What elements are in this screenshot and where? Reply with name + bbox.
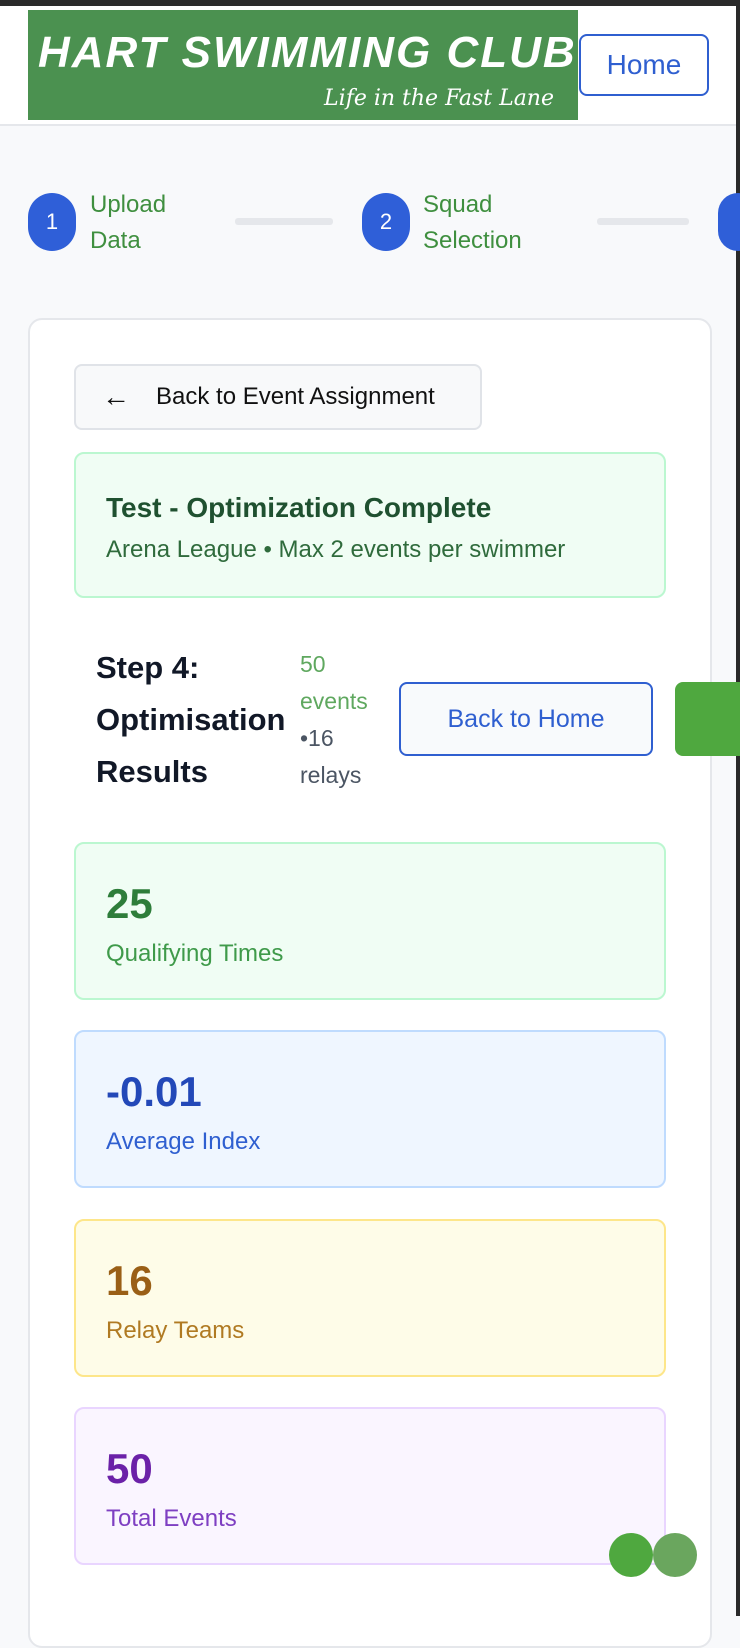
floating-action-dot-1[interactable] (609, 1533, 653, 1577)
status-subtitle: Arena League • Max 2 events per swimmer (106, 536, 566, 563)
home-button[interactable]: Home (579, 34, 709, 96)
stat-value: 16 (106, 1257, 153, 1304)
logo-tagline: Life in the Fast Lane (324, 86, 554, 111)
back-to-home-button[interactable]: Back to Home (399, 682, 653, 756)
stat-card-total-events: 50 Total Events (74, 1407, 666, 1565)
page-title-line2: Optimisation (96, 702, 286, 737)
step-2-label-line1: Squad (423, 191, 493, 218)
stat-value: 50 (106, 1445, 153, 1492)
status-title: Test - Optimization Complete (106, 492, 492, 523)
stat-value: 25 (106, 880, 153, 927)
step-1-label[interactable]: Upload Data (90, 187, 166, 259)
step-1-label-line2: Data (90, 227, 141, 254)
arrow-left-icon: ← (102, 381, 130, 412)
step-2-circle[interactable]: 2 (362, 193, 410, 251)
floating-action-dot-2[interactable] (653, 1533, 697, 1577)
logo-title: HART SWIMMING CLUB (38, 28, 577, 77)
stat-label: Total Events (106, 1505, 237, 1532)
relays-count: •16 (300, 725, 334, 751)
primary-action-button[interactable] (675, 682, 740, 756)
events-count: 50 (300, 651, 326, 677)
page-title: Step 4: Optimisation Results (96, 642, 306, 798)
back-button-label: Back to Event Assignment (156, 383, 435, 410)
results-summary: 50 events •16 relays (300, 646, 368, 794)
stat-card-qualifying-times: 25 Qualifying Times (74, 842, 666, 1000)
step-connector-1 (235, 218, 333, 225)
page-title-line3: Results (96, 754, 208, 789)
step-1-label-line1: Upload (90, 191, 167, 218)
stat-card-relay-teams: 16 Relay Teams (74, 1219, 666, 1377)
stat-label: Relay Teams (106, 1317, 245, 1344)
relays-unit: relays (300, 762, 362, 788)
step-3-circle[interactable] (718, 193, 740, 251)
stat-value: -0.01 (106, 1068, 202, 1115)
stat-card-average-index: -0.01 Average Index (74, 1030, 666, 1188)
step-connector-2 (597, 218, 689, 225)
optimization-status-banner: Test - Optimization Complete Arena Leagu… (74, 452, 666, 598)
stat-label: Qualifying Times (106, 940, 284, 967)
page-title-line1: Step 4: (96, 650, 200, 685)
club-logo[interactable]: HART SWIMMING CLUB Life in the Fast Lane (28, 10, 578, 120)
events-unit: events (300, 688, 368, 714)
step-2-label-line2: Selection (423, 227, 522, 254)
step-2-label[interactable]: Squad Selection (423, 187, 522, 259)
back-to-event-assignment-button[interactable]: ← Back to Event Assignment (74, 364, 482, 430)
stat-label: Average Index (106, 1128, 261, 1155)
site-header: HART SWIMMING CLUB Life in the Fast Lane… (0, 6, 736, 126)
step-1-circle[interactable]: 1 (28, 193, 76, 251)
